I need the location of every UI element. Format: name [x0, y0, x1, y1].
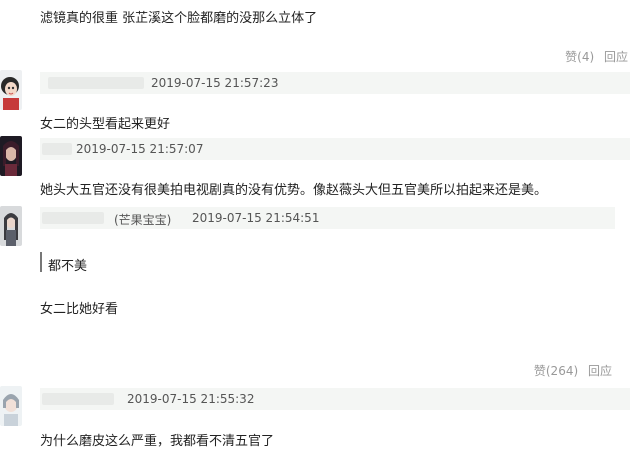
username-blurred[interactable] — [42, 212, 104, 224]
like-button[interactable]: 赞(4) — [565, 50, 598, 64]
avatar[interactable] — [0, 70, 22, 110]
comment-username[interactable]: (芒果宝宝) — [114, 211, 171, 228]
comment-header: 2019-07-15 21:57:23 — [40, 72, 630, 94]
like-count: (264) — [545, 364, 579, 378]
comment-timestamp: 2019-07-15 21:57:23 — [151, 76, 279, 90]
comment-header: 2019-07-15 21:55:32 — [40, 388, 630, 410]
comment-text: 女二比她好看 — [40, 302, 119, 317]
comment-text: 滤镜真的很重 张芷溪这个脸都磨的没那么立体了 — [40, 11, 318, 26]
avatar-image — [0, 386, 22, 426]
like-button[interactable]: 赞(264) — [534, 364, 582, 378]
comment-text: 她头大五官还没有很美拍电视剧真的没有优势。像赵薇头大但五官美所以拍起来还是美。 — [40, 183, 548, 198]
avatar-image — [0, 136, 22, 176]
avatar-image — [0, 206, 22, 246]
comment-actions: 赞(4) 回应 — [559, 48, 628, 65]
avatar[interactable] — [0, 386, 22, 426]
comment-timestamp: 2019-07-15 21:57:07 — [76, 142, 204, 156]
username-blurred[interactable] — [42, 393, 114, 405]
avatar-image — [0, 70, 22, 110]
reply-button[interactable]: 回应 — [588, 364, 612, 378]
comment-timestamp: 2019-07-15 21:54:51 — [192, 211, 320, 225]
username-blurred[interactable] — [42, 143, 72, 155]
avatar[interactable] — [0, 136, 22, 176]
comment-text: 女二的头型看起来更好 — [40, 117, 171, 132]
avatar[interactable] — [0, 206, 22, 246]
comment-timestamp: 2019-07-15 21:55:32 — [127, 392, 255, 406]
username-blurred[interactable] — [48, 77, 144, 89]
like-label: 赞 — [533, 364, 546, 378]
comment-text: 为什么磨皮这么严重，我都看不清五官了 — [40, 434, 275, 449]
reply-button[interactable]: 回应 — [604, 50, 628, 64]
comment-actions: 赞(264) 回应 — [528, 362, 612, 379]
like-count: (4) — [577, 50, 595, 64]
quote-marker — [40, 252, 42, 272]
comment-header: (芒果宝宝) 2019-07-15 21:54:51 — [40, 207, 615, 229]
comment-header: 2019-07-15 21:57:07 — [40, 138, 630, 160]
quoted-text: 都不美 — [48, 259, 88, 274]
like-label: 赞 — [565, 50, 578, 64]
